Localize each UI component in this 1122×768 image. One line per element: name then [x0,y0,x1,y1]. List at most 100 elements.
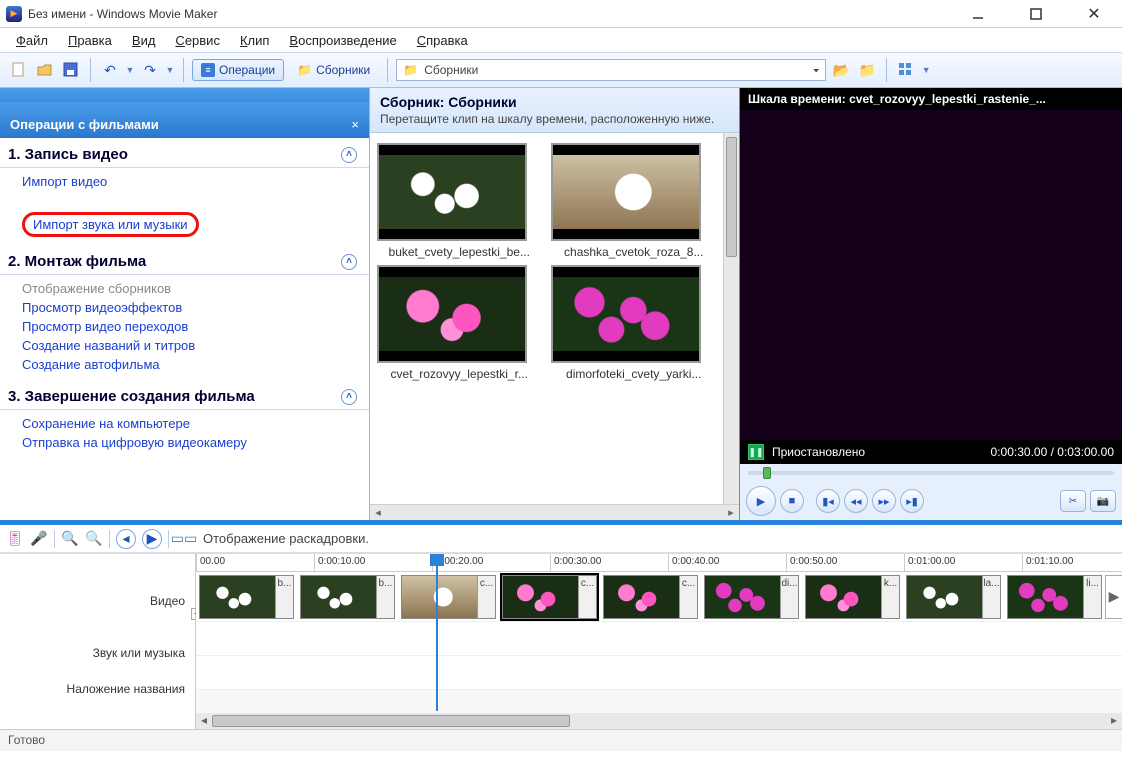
menu-bar: Файл Правка Вид Сервис Клип Воспроизведе… [0,28,1122,52]
play-timeline-icon[interactable]: ▶ [142,529,162,549]
narrate-icon[interactable]: 🎤 [30,530,48,548]
timeline-clip[interactable]: c... [603,575,698,619]
collection-grid: buket_cvety_lepestki_be... chashka_cvetok… [370,133,723,504]
menu-service[interactable]: Сервис [167,31,228,50]
task-import-audio[interactable]: Импорт звука или музыки [33,217,188,232]
task-group-finish: 3. Завершение создания фильма ˄ [0,380,369,410]
window-title: Без имени - Windows Movie Maker [28,7,217,21]
timeline: Видео + Звук или музыка Наложение назван… [0,553,1122,729]
menu-file[interactable]: Файл [8,31,56,50]
highlight-annotation: Импорт звука или музыки [22,212,199,237]
task-video-transitions[interactable]: Просмотр видео переходов [22,319,188,334]
collection-item[interactable]: cvet_rozovyy_lepestki_r... [377,265,542,381]
horizontal-scrollbar[interactable]: ◂▸ [370,504,739,520]
menu-play[interactable]: Воспроизведение [281,31,404,50]
task-save-computer[interactable]: Сохранение на компьютере [22,416,190,431]
seek-slider[interactable] [740,464,1122,482]
storyboard-icon[interactable]: ▭▭ [175,530,193,548]
ruler-tick: 0:00:10.00 [314,554,432,571]
rewind-timeline-icon[interactable]: ◂ [116,529,136,549]
status-bar: Готово [0,729,1122,751]
up-folder-icon[interactable]: 📂 [830,59,852,81]
tasks-button[interactable]: ≡Операции [192,59,284,81]
preview-pane: Шкала времени: cvet_rozovyy_lepestki_ras… [740,88,1122,520]
next-clip-button[interactable]: ▸▮ [900,489,924,513]
undo-dropdown-icon[interactable]: ▼ [125,59,135,81]
views-icon[interactable] [895,59,917,81]
split-button[interactable]: ✂ [1060,490,1086,512]
task-send-dvcam[interactable]: Отправка на цифровую видеокамеру [22,435,247,450]
timeline-clip[interactable]: k... [805,575,900,619]
task-video-effects[interactable]: Просмотр видеоэффектов [22,300,182,315]
undo-icon[interactable]: ↶ [99,59,121,81]
task-automovie[interactable]: Создание автофильма [22,357,160,372]
menu-view[interactable]: Вид [124,31,164,50]
snapshot-button[interactable]: 📷 [1090,490,1116,512]
minimize-button[interactable] [956,2,1000,26]
zoom-in-icon[interactable]: 🔍 [61,530,79,548]
ruler-tick: 0:00:20.00 [432,554,550,571]
frame-fwd-button[interactable]: ▸▸ [872,489,896,513]
collection-item[interactable]: dimorfoteki_cvety_yarki... [551,265,716,381]
preview-status-bar: ❚❚ Приостановлено 0:00:30.00 / 0:03:00.0… [740,440,1122,464]
ruler-tick: 0:01:00.00 [904,554,1022,571]
collapse-icon[interactable]: ˄ [341,389,357,405]
collection-item[interactable]: chashka_cvetok_roza_8... [551,143,716,259]
collection-item[interactable]: buket_cvety_lepestki_be... [377,143,542,259]
toolbar: ↶▼ ↷▼ ≡Операции 📁Сборники 📁Сборники ▾ 📂 … [0,52,1122,88]
folder-icon: 📁 [403,63,418,77]
stop-button[interactable]: ■ [780,489,804,513]
title-bar: ▶ Без имени - Windows Movie Maker ✕ [0,0,1122,28]
menu-edit[interactable]: Правка [60,31,120,50]
thumb-label: dimorfoteki_cvety_yarki... [551,367,716,381]
menu-help[interactable]: Справка [409,31,476,50]
frame-back-button[interactable]: ◂◂ [844,489,868,513]
maximize-button[interactable] [1014,2,1058,26]
task-titles-credits[interactable]: Создание названий и титров [22,338,195,353]
preview-video [740,110,1122,440]
timeline-clip[interactable]: la... [906,575,1001,619]
new-icon[interactable] [8,59,30,81]
vertical-scrollbar[interactable] [723,133,739,504]
play-button[interactable]: ▶ [746,486,776,516]
views-dropdown-icon[interactable]: ▼ [921,59,931,81]
collections-button[interactable]: 📁Сборники [288,59,379,81]
timeline-clip[interactable]: di... [704,575,799,619]
collection-pane: Сборник: Сборники Перетащите клип на шка… [370,88,740,520]
audio-track[interactable] [196,622,1122,656]
redo-dropdown-icon[interactable]: ▼ [165,59,175,81]
tasks-pane: Операции с фильмами × 1. Запись видео ˄ … [0,88,370,520]
save-icon[interactable] [60,59,82,81]
new-folder-icon[interactable]: 📁 [856,59,878,81]
next-clips-icon[interactable]: ▶ [1105,575,1122,619]
task-show-collections[interactable]: Отображение сборников [22,281,171,296]
ruler-tick: 00.00 [196,554,314,571]
storyboard-label[interactable]: Отображение раскадровки. [203,531,369,546]
timeline-clip[interactable]: b... [199,575,294,619]
collections-select[interactable]: 📁Сборники ▾ [396,59,826,81]
title-track[interactable] [196,656,1122,690]
close-button[interactable]: ✕ [1072,2,1116,26]
collection-header: Сборник: Сборники Перетащите клип на шка… [370,88,739,133]
menu-clip[interactable]: Клип [232,31,277,50]
timeline-scrollbar[interactable]: ◂▸ [196,713,1122,729]
time-ruler[interactable]: 00.000:00:10.000:00:20.000:00:30.000:00:… [196,554,1122,572]
collapse-icon[interactable]: ˄ [341,254,357,270]
track-label-title: Наложение названия [67,682,185,696]
timeline-clip[interactable]: b... [300,575,395,619]
thumb-label: chashka_cvetok_roza_8... [551,245,716,259]
timeline-clip[interactable]: c... [502,575,597,619]
tasks-pane-close-icon[interactable]: × [351,117,359,132]
redo-icon[interactable]: ↷ [139,59,161,81]
timeline-props-icon[interactable]: 🎚 [6,530,24,548]
playhead[interactable] [436,554,438,711]
video-track[interactable]: b...b...c...c...c...di...k...la...li...▶ [196,572,1122,622]
timeline-clip[interactable]: li... [1007,575,1102,619]
collapse-icon[interactable]: ˄ [341,147,357,163]
open-icon[interactable] [34,59,56,81]
task-import-video[interactable]: Импорт видео [22,174,107,189]
prev-clip-button[interactable]: ▮◂ [816,489,840,513]
task-group-edit: 2. Монтаж фильма ˄ [0,245,369,275]
timeline-clip[interactable]: c... [401,575,496,619]
zoom-out-icon[interactable]: 🔍 [85,530,103,548]
